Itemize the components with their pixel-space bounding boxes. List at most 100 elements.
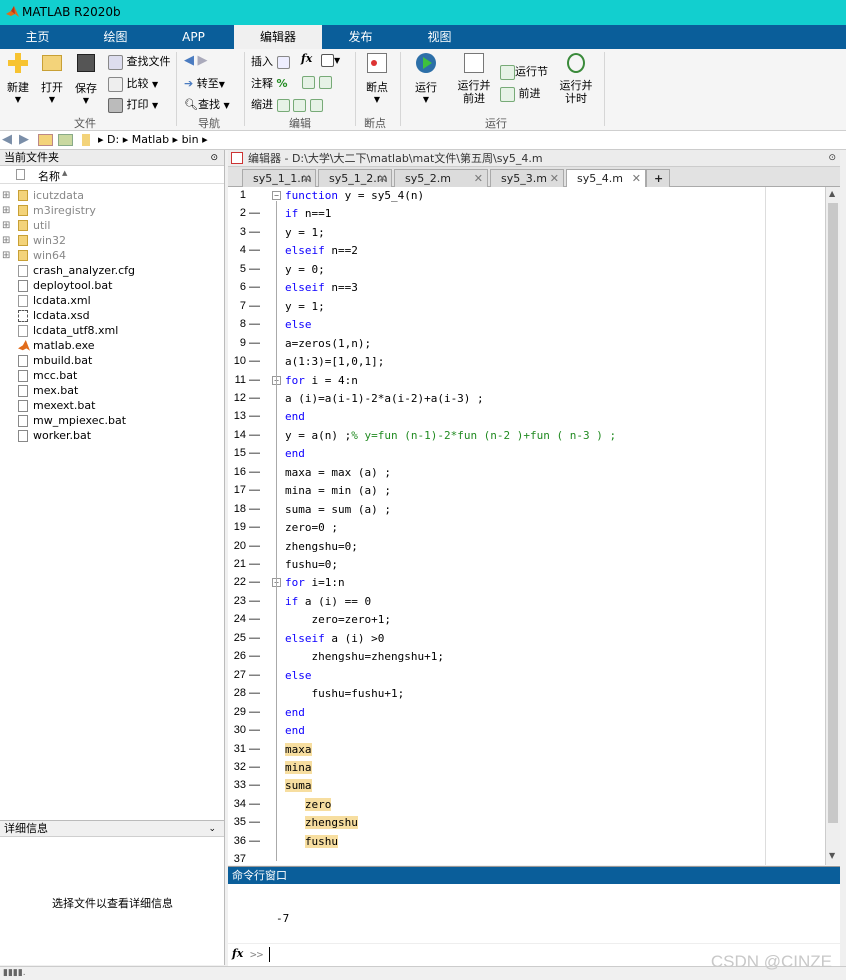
breakpoint-gutter[interactable]: — xyxy=(249,300,260,312)
goto-button[interactable]: ➔ 转至▼ xyxy=(184,75,225,91)
breakpoint-gutter[interactable]: — xyxy=(249,337,260,349)
run-section-button[interactable]: 运行节 xyxy=(500,63,548,80)
code-line[interactable]: fushu=0; xyxy=(285,558,338,571)
editor-tab[interactable]: sy5_4.m ✕ xyxy=(566,169,646,187)
code-line[interactable]: zero xyxy=(285,797,332,811)
breakpoint-gutter[interactable]: — xyxy=(249,669,260,681)
code-line[interactable]: suma xyxy=(285,779,312,793)
code-line[interactable]: maxa xyxy=(285,742,312,756)
file-row[interactable]: mw_mpiexec.bat xyxy=(0,413,224,428)
code-line[interactable]: for i=1:n xyxy=(285,576,345,589)
folder-row[interactable]: ⊞ icutzdata xyxy=(0,188,224,203)
breakpoint-gutter[interactable]: — xyxy=(249,392,260,404)
file-row[interactable]: crash_analyzer.cfg xyxy=(0,263,224,278)
scroll-thumb[interactable] xyxy=(828,203,838,823)
breakpoint-gutter[interactable]: — xyxy=(249,410,260,422)
fx-icon[interactable]: fx xyxy=(232,947,243,960)
back-forward-buttons[interactable]: ◀ ▶ xyxy=(184,53,208,68)
code-line[interactable]: mina xyxy=(285,760,312,774)
tab-editor[interactable]: 编辑器 xyxy=(234,25,322,49)
breakpoint-gutter[interactable]: — xyxy=(249,761,260,773)
expand-icon[interactable]: ⊞ xyxy=(2,233,10,248)
code-line[interactable]: y = a(n) ;% y=fun (n-1)-2*fun (n-2 )+fun… xyxy=(285,429,616,442)
breakpoint-gutter[interactable]: — xyxy=(249,503,260,515)
breakpoint-gutter[interactable]: — xyxy=(249,798,260,810)
breakpoint-gutter[interactable]: — xyxy=(249,613,260,625)
code-line[interactable]: elseif n==2 xyxy=(285,244,358,257)
tab-plots[interactable]: 绘图 xyxy=(78,25,153,49)
code-line[interactable]: function y = sy5_4(n) xyxy=(285,189,424,202)
breakpoint-gutter[interactable]: — xyxy=(249,447,260,459)
scroll-down-icon[interactable]: ▼ xyxy=(829,851,835,860)
breakpoint-gutter[interactable]: — xyxy=(249,226,260,238)
code-line[interactable]: suma = sum (a) ; xyxy=(285,503,391,516)
code-line[interactable]: else xyxy=(285,669,312,682)
print-button[interactable]: 打印 ▼ xyxy=(108,96,158,113)
code-line[interactable]: end xyxy=(285,410,305,423)
file-row[interactable]: matlab.exe xyxy=(0,338,224,353)
panel-menu-icon[interactable]: ⊙ xyxy=(210,150,218,166)
breakpoint-gutter[interactable]: — xyxy=(249,706,260,718)
expand-icon[interactable]: ⊞ xyxy=(2,203,10,218)
new-button[interactable]: 新建 ▼ xyxy=(4,53,32,104)
file-row[interactable]: lcdata.xsd xyxy=(0,308,224,323)
breakpoint-gutter[interactable]: — xyxy=(249,318,260,330)
breakpoint-gutter[interactable]: — xyxy=(249,244,260,256)
uncomment-icon[interactable] xyxy=(302,75,332,89)
breakpoint-gutter[interactable]: — xyxy=(249,816,260,828)
code-line[interactable]: fushu=fushu+1; xyxy=(285,687,404,700)
file-row[interactable]: lcdata_utf8.xml xyxy=(0,323,224,338)
find-button[interactable]: 🔍︎查找 ▼ xyxy=(184,96,230,112)
file-row[interactable]: lcdata.xml xyxy=(0,293,224,308)
back-icon[interactable]: ◀ xyxy=(2,132,12,147)
breakpoints-button[interactable]: 断点 ▼ xyxy=(362,53,392,104)
code-line[interactable]: else xyxy=(285,318,312,331)
code-line[interactable]: for i = 4:n xyxy=(285,374,358,387)
code-line[interactable]: mina = min (a) ; xyxy=(285,484,391,497)
breadcrumb[interactable]: ▸ D: ▸ Matlab ▸ bin ▸ xyxy=(98,133,208,146)
editor-tab[interactable]: sy5_1_1.m ✕ xyxy=(242,169,316,187)
code-line[interactable]: maxa = max (a) ; xyxy=(285,466,391,479)
file-row[interactable]: deploytool.bat xyxy=(0,278,224,293)
file-row[interactable]: mexext.bat xyxy=(0,398,224,413)
forward-icon[interactable]: ▶ xyxy=(19,132,29,147)
code-line[interactable]: fushu xyxy=(285,834,338,848)
fx-button[interactable]: fx xyxy=(301,52,312,65)
tab-publish[interactable]: 发布 xyxy=(323,25,398,49)
up-folder-icon[interactable] xyxy=(38,134,53,146)
breadcrumb-matlab[interactable]: Matlab xyxy=(132,133,169,146)
column-header[interactable]: 名称 ▲ xyxy=(0,166,224,184)
editor-tab[interactable]: sy5_1_2.m ✕ xyxy=(318,169,392,187)
breakpoint-gutter[interactable]: — xyxy=(249,429,260,441)
indent-button[interactable]: 缩进 xyxy=(251,96,323,112)
code-line[interactable]: zero=zero+1; xyxy=(285,613,390,626)
insert-section-button[interactable]: ▼ xyxy=(321,53,340,67)
expand-icon[interactable]: ⊞ xyxy=(2,248,10,263)
folder-row[interactable]: ⊞ win32 xyxy=(0,233,224,248)
breadcrumb-drive[interactable]: D: xyxy=(107,133,119,146)
chevron-down-icon[interactable]: ⌄ xyxy=(208,821,216,837)
advance-button[interactable]: 前进 xyxy=(500,85,541,102)
save-button[interactable]: 保存 ▼ xyxy=(72,53,100,105)
expand-icon[interactable]: ⊞ xyxy=(2,188,10,203)
editor-tab[interactable]: sy5_3.m ✕ xyxy=(490,169,564,187)
file-row[interactable]: mcc.bat xyxy=(0,368,224,383)
editor-tab[interactable]: sy5_2.m ✕ xyxy=(394,169,488,187)
close-icon[interactable]: ✕ xyxy=(378,170,387,187)
run-button[interactable]: 运行 ▼ xyxy=(408,53,444,104)
breakpoint-gutter[interactable]: — xyxy=(249,595,260,607)
comment-button[interactable]: 注释 % xyxy=(251,75,288,91)
folder-row[interactable]: ⊞ m3iregistry xyxy=(0,203,224,218)
code-line[interactable]: if n==1 xyxy=(285,207,331,220)
compare-button[interactable]: 比较 ▼ xyxy=(108,75,158,92)
close-icon[interactable]: ✕ xyxy=(474,170,483,187)
code-line[interactable]: elseif a (i) >0 xyxy=(285,632,384,645)
breakpoint-gutter[interactable]: — xyxy=(249,835,260,847)
code-line[interactable]: end xyxy=(285,706,305,719)
file-row[interactable]: mex.bat xyxy=(0,383,224,398)
tab-home[interactable]: 主页 xyxy=(0,25,75,49)
breakpoint-gutter[interactable]: — xyxy=(249,281,260,293)
breakpoint-gutter[interactable]: — xyxy=(249,207,260,219)
code-line[interactable]: y = 1; xyxy=(285,226,325,239)
tab-apps[interactable]: APP xyxy=(156,25,231,49)
